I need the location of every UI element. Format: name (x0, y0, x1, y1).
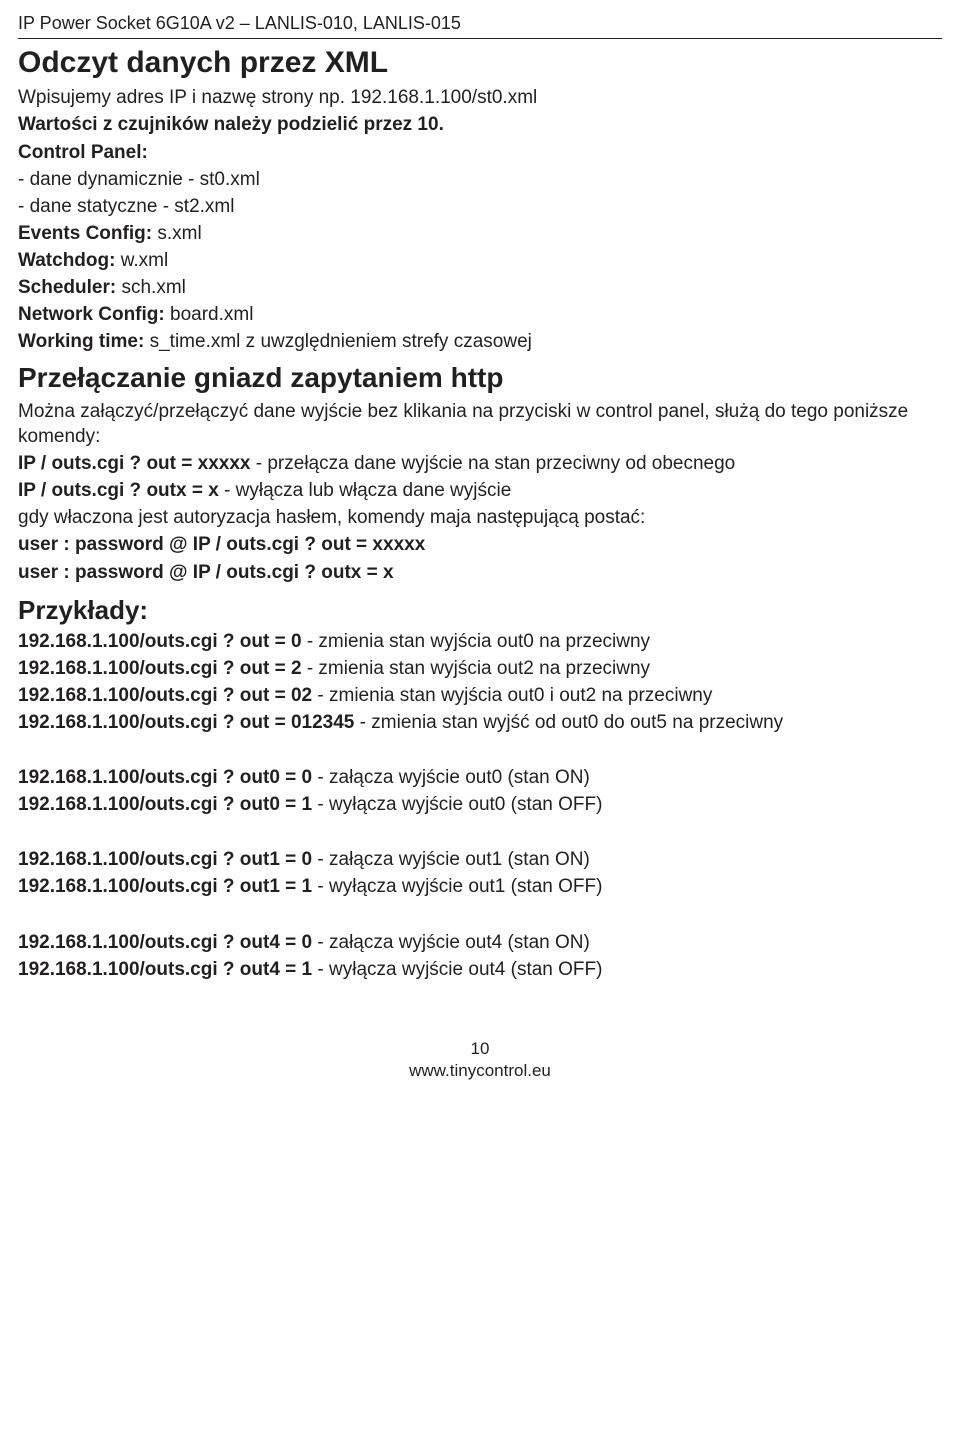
document-header: IP Power Socket 6G10A v2 – LANLIS-010, L… (18, 12, 942, 39)
cmd-1-text: - przełącza dane wyjście na stan przeciw… (250, 453, 735, 474)
example-1-desc: - zmienia stan wyjścia out0 na przeciwny (302, 631, 650, 652)
example-7-cmd: 192.168.1.100/outs.cgi ? out1 = 0 (18, 849, 312, 870)
network-config-label: Network Config: (18, 304, 165, 325)
example-2-cmd: 192.168.1.100/outs.cgi ? out = 2 (18, 658, 302, 679)
working-time-line: Working time: s_time.xml z uwzględnienie… (18, 329, 942, 354)
auth-cmd-1: user : password @ IP / outs.cgi ? out = … (18, 532, 942, 557)
cmd-2-bold: IP / outs.cgi ? outx = x (18, 480, 219, 501)
page-number: 10 (18, 1038, 942, 1060)
example-10-cmd: 192.168.1.100/outs.cgi ? out4 = 1 (18, 959, 312, 980)
http-intro: Można załączyć/przełączyć dane wyjście b… (18, 399, 942, 449)
example-2-desc: - zmienia stan wyjścia out2 na przeciwny (302, 658, 650, 679)
example-1: 192.168.1.100/outs.cgi ? out = 0 - zmien… (18, 629, 942, 654)
control-panel-line1: - dane dynamicznie - st0.xml (18, 167, 942, 192)
document-page: IP Power Socket 6G10A v2 – LANLIS-010, L… (0, 0, 960, 1093)
example-5: 192.168.1.100/outs.cgi ? out0 = 0 - załą… (18, 765, 942, 790)
footer-site: www.tinycontrol.eu (18, 1060, 942, 1082)
example-2: 192.168.1.100/outs.cgi ? out = 2 - zmien… (18, 656, 942, 681)
example-9-cmd: 192.168.1.100/outs.cgi ? out4 = 0 (18, 932, 312, 953)
watchdog-label: Watchdog: (18, 250, 115, 271)
sensor-note: Wartości z czujników należy podzielić pr… (18, 112, 942, 137)
cmd-1-bold: IP / outs.cgi ? out = xxxxx (18, 453, 250, 474)
auth-note: gdy właczona jest autoryzacja hasłem, ko… (18, 505, 942, 530)
scheduler-label: Scheduler: (18, 277, 116, 298)
example-9-desc: - załącza wyjście out4 (stan ON) (312, 932, 590, 953)
example-3-cmd: 192.168.1.100/outs.cgi ? out = 02 (18, 685, 312, 706)
cmd-2: IP / outs.cgi ? outx = x - wyłącza lub w… (18, 478, 942, 503)
events-config-line: Events Config: s.xml (18, 221, 942, 246)
control-panel-line2: - dane statyczne - st2.xml (18, 194, 942, 219)
example-4-cmd: 192.168.1.100/outs.cgi ? out = 012345 (18, 712, 354, 733)
example-9: 192.168.1.100/outs.cgi ? out4 = 0 - załą… (18, 930, 942, 955)
example-10-desc: - wyłącza wyjście out4 (stan OFF) (312, 959, 602, 980)
example-7: 192.168.1.100/outs.cgi ? out1 = 0 - załą… (18, 847, 942, 872)
auth-cmd-2: user : password @ IP / outs.cgi ? outx =… (18, 560, 942, 585)
section-title-examples: Przykłady: (18, 593, 942, 627)
example-6: 192.168.1.100/outs.cgi ? out0 = 1 - wyłą… (18, 792, 942, 817)
events-config-label: Events Config: (18, 223, 152, 244)
cmd-2-text: - wyłącza lub włącza dane wyjście (219, 480, 512, 501)
working-time-label: Working time: (18, 331, 144, 352)
working-time-value: s_time.xml z uwzględnieniem strefy czaso… (144, 331, 532, 352)
watchdog-value: w.xml (115, 250, 168, 271)
example-3: 192.168.1.100/outs.cgi ? out = 02 - zmie… (18, 683, 942, 708)
page-footer: 10 www.tinycontrol.eu (18, 1038, 942, 1083)
scheduler-line: Scheduler: sch.xml (18, 275, 942, 300)
intro-text: Wpisujemy adres IP i nazwę strony np. 19… (18, 85, 942, 110)
example-4-desc: - zmienia stan wyjść od out0 do out5 na … (354, 712, 783, 733)
example-1-cmd: 192.168.1.100/outs.cgi ? out = 0 (18, 631, 302, 652)
example-8-desc: - wyłącza wyjście out1 (stan OFF) (312, 876, 602, 897)
example-6-cmd: 192.168.1.100/outs.cgi ? out0 = 1 (18, 794, 312, 815)
example-8: 192.168.1.100/outs.cgi ? out1 = 1 - wyłą… (18, 874, 942, 899)
cmd-1: IP / outs.cgi ? out = xxxxx - przełącza … (18, 451, 942, 476)
scheduler-value: sch.xml (116, 277, 186, 298)
network-config-line: Network Config: board.xml (18, 302, 942, 327)
example-7-desc: - załącza wyjście out1 (stan ON) (312, 849, 590, 870)
example-10: 192.168.1.100/outs.cgi ? out4 = 1 - wyłą… (18, 957, 942, 982)
example-3-desc: - zmienia stan wyjścia out0 i out2 na pr… (312, 685, 712, 706)
network-config-value: board.xml (165, 304, 254, 325)
events-config-value: s.xml (152, 223, 202, 244)
example-4: 192.168.1.100/outs.cgi ? out = 012345 - … (18, 710, 942, 735)
example-5-cmd: 192.168.1.100/outs.cgi ? out0 = 0 (18, 767, 312, 788)
watchdog-line: Watchdog: w.xml (18, 248, 942, 273)
control-panel-label: Control Panel: (18, 140, 942, 165)
section-title-http: Przełączanie gniazd zapytaniem http (18, 360, 942, 397)
section-title-xml: Odczyt danych przez XML (18, 43, 942, 83)
example-8-cmd: 192.168.1.100/outs.cgi ? out1 = 1 (18, 876, 312, 897)
example-6-desc: - wyłącza wyjście out0 (stan OFF) (312, 794, 602, 815)
example-5-desc: - załącza wyjście out0 (stan ON) (312, 767, 590, 788)
